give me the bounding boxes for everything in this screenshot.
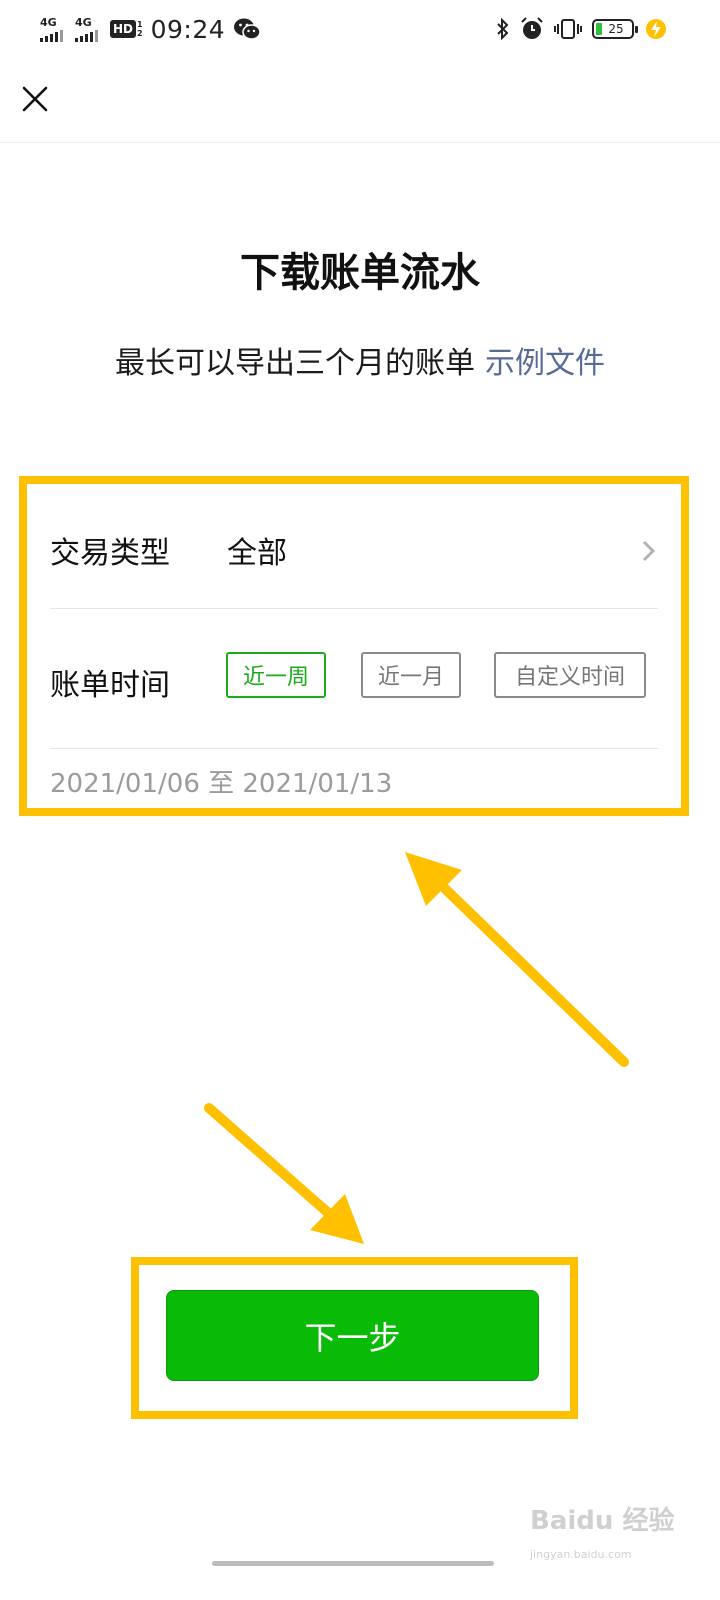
status-bar: 4G 4G HD 12 09:24 25	[0, 0, 720, 58]
status-left: 4G 4G HD 12 09:24	[40, 12, 261, 46]
alarm-icon	[521, 17, 543, 39]
hd-voice-icon: HD 12	[110, 20, 143, 38]
bluetooth-icon	[497, 18, 509, 40]
home-indicator[interactable]	[212, 1561, 494, 1566]
battery-level: 25	[608, 22, 624, 36]
baidu-watermark-logo: Baidu 经验 jingyan.baidu.com	[530, 1500, 680, 1561]
close-icon[interactable]	[20, 84, 50, 114]
page-title: 下载账单流水	[240, 250, 480, 296]
page-subtitle: 最长可以导出三个月的账单 示例文件	[0, 338, 720, 382]
battery-icon: 25	[592, 19, 638, 39]
watermark-brand: Baidu 经验	[530, 1506, 675, 1536]
network-type-2: 4G	[75, 15, 92, 29]
example-file-link[interactable]: 示例文件	[485, 346, 605, 381]
hd-fraction-top: 1	[137, 20, 143, 29]
watermark-url: jingyan.baidu.com	[530, 1548, 632, 1561]
cellular-signal-1-icon: 4G	[40, 17, 63, 42]
network-type-1: 4G	[40, 15, 57, 29]
vibrate-icon	[554, 19, 582, 39]
highlight-box-form	[19, 476, 689, 816]
arrow-down-right	[204, 1103, 364, 1244]
hd-label: HD	[110, 20, 137, 38]
subtitle-text: 最长可以导出三个月的账单	[115, 346, 475, 381]
hd-fraction-bottom: 2	[137, 29, 143, 38]
wechat-icon	[234, 18, 261, 40]
cellular-signal-2-icon: 4G	[75, 17, 98, 42]
charging-icon	[646, 19, 666, 39]
arrow-up-left	[405, 852, 629, 1067]
next-step-button[interactable]: 下一步	[166, 1290, 539, 1381]
status-time: 09:24	[150, 14, 226, 44]
nav-bar	[0, 58, 720, 143]
status-right: 25	[496, 12, 668, 46]
